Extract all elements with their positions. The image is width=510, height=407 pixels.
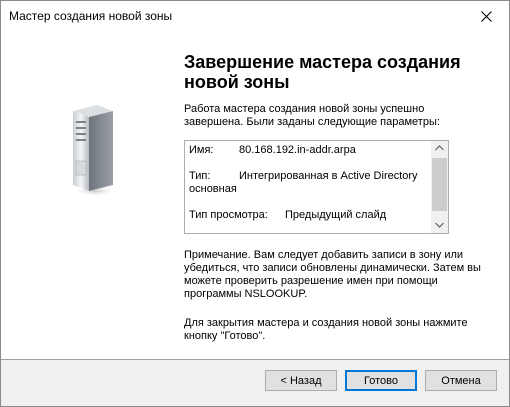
close-button[interactable] bbox=[463, 1, 509, 31]
finish-button[interactable]: Готово bbox=[345, 370, 417, 391]
closing-text: Для закрытия мастера и создания новой зо… bbox=[184, 317, 468, 342]
wizard-window: Мастер создания новой зоны Завершение ма… bbox=[0, 0, 510, 407]
cancel-button[interactable]: Отмена bbox=[425, 370, 497, 391]
page-title: Завершение мастера создания новой зоны bbox=[184, 52, 461, 92]
type-label: Тип: bbox=[189, 170, 211, 182]
scrollbar-thumb[interactable] bbox=[432, 158, 447, 211]
chevron-up-icon[interactable] bbox=[435, 145, 444, 151]
wizard-content: Завершение мастера создания новой зоны Р… bbox=[174, 31, 509, 359]
button-bar: < Назад Готово Отмена bbox=[1, 360, 509, 406]
intro-text: Работа мастера создания новой зоны успеш… bbox=[184, 103, 440, 128]
type-value-continued: основная bbox=[189, 183, 237, 195]
summary-textbox[interactable]: Имя: 80.168.192.in-addr.arpa Тип: Интегр… bbox=[184, 140, 449, 234]
close-icon bbox=[480, 10, 492, 22]
type-value: Интегрированная в Active Directory bbox=[239, 170, 418, 182]
wizard-side-panel bbox=[1, 31, 174, 359]
server-icon bbox=[73, 105, 117, 196]
lookup-type-label: Тип просмотра: bbox=[189, 209, 268, 221]
chevron-down-icon[interactable] bbox=[435, 222, 444, 228]
back-button[interactable]: < Назад bbox=[265, 370, 337, 391]
vertical-scrollbar[interactable] bbox=[431, 141, 448, 233]
name-label: Имя: bbox=[189, 144, 214, 156]
lookup-type-value: Предыдущий слайд bbox=[285, 209, 387, 221]
note-text: Примечание. Вам следует добавить записи … bbox=[184, 249, 481, 300]
name-value: 80.168.192.in-addr.arpa bbox=[239, 144, 356, 156]
title-bar: Мастер создания новой зоны bbox=[1, 1, 509, 31]
window-title: Мастер создания новой зоны bbox=[9, 9, 173, 23]
